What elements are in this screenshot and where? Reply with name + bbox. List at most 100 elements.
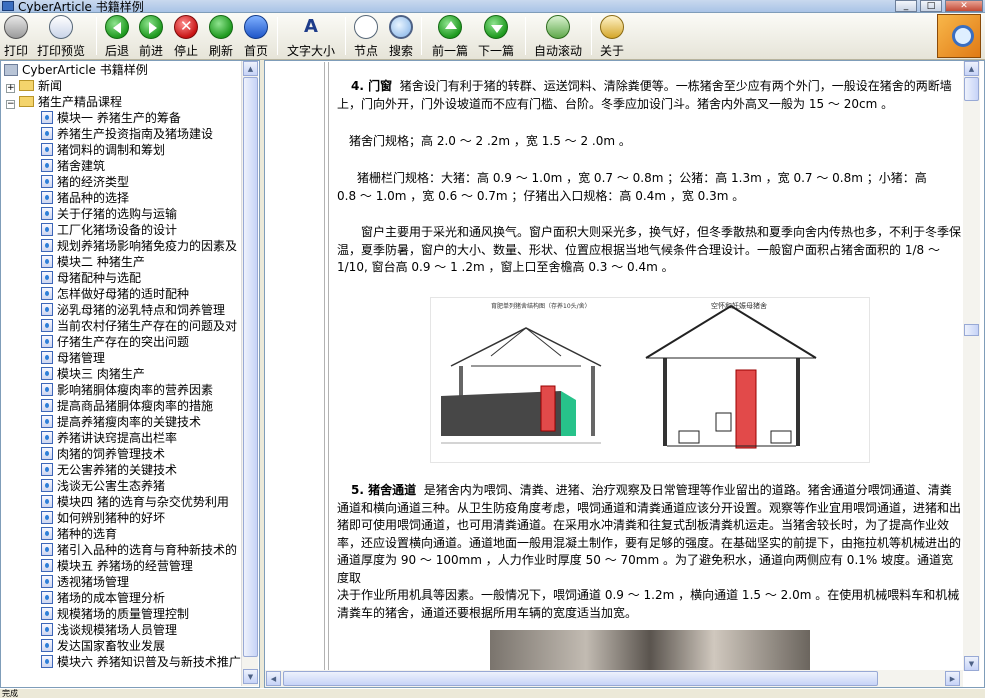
tree-item[interactable]: 猪的经济类型 bbox=[41, 174, 129, 190]
forward-button[interactable]: 前进 bbox=[137, 15, 165, 58]
tree-item[interactable]: 母猪配种与选配 bbox=[41, 270, 141, 286]
paragraph-windows: 窗户主要用于采光和通风换气。窗户面积大则采光多，换气好，但冬季散热和夏季向舍内传… bbox=[337, 225, 962, 274]
page-icon bbox=[41, 175, 53, 188]
page-icon bbox=[41, 159, 53, 172]
scroll-down-icon[interactable]: ▼ bbox=[243, 669, 258, 684]
tree-item[interactable]: 猪种的选育 bbox=[41, 526, 117, 542]
divider-wall bbox=[540, 385, 556, 432]
scroll-left-icon[interactable]: ◀ bbox=[266, 671, 281, 686]
tree-scrollbar[interactable]: ▲ ▼ bbox=[241, 61, 258, 686]
page-icon bbox=[41, 655, 53, 668]
back-button[interactable]: 后退 bbox=[103, 15, 131, 58]
tree-item[interactable]: 母猪管理 bbox=[41, 350, 105, 366]
nodes-button[interactable]: 节点 bbox=[352, 15, 380, 58]
tree-item[interactable]: 模块五 养猪场的经营管理 bbox=[41, 558, 193, 574]
tree-item[interactable]: 模块一 养猪生产的筹备 bbox=[41, 110, 181, 126]
about-button[interactable]: 关于 bbox=[598, 15, 626, 58]
search-button[interactable]: 搜索 bbox=[387, 15, 415, 58]
document-scroll-thumb[interactable] bbox=[964, 77, 979, 101]
app-logo bbox=[937, 14, 981, 58]
home-icon bbox=[244, 15, 268, 39]
tree-item[interactable]: 怎样做好母猪的适时配种 bbox=[41, 286, 189, 302]
tree-item[interactable]: 养猪生产投资指南及猪场建设 bbox=[41, 126, 213, 142]
refresh-button[interactable]: 刷新 bbox=[207, 15, 235, 58]
tree-item[interactable]: 泌乳母猪的泌乳特点和饲养管理 bbox=[41, 302, 225, 318]
tree-folder-news[interactable]: + 新闻 bbox=[6, 78, 62, 94]
tree-item[interactable]: 当前农村仔猪生产存在的问题及对 bbox=[41, 318, 237, 334]
tree-item[interactable]: 猪舍建筑 bbox=[41, 158, 105, 174]
refresh-icon bbox=[209, 15, 233, 39]
folder-icon bbox=[19, 80, 34, 91]
next-article-button[interactable]: 下一篇 bbox=[476, 15, 516, 58]
tree-item[interactable]: 模块三 肉猪生产 bbox=[41, 366, 145, 382]
print-preview-button[interactable]: 打印预览 bbox=[34, 15, 88, 58]
down-arrow-icon bbox=[484, 15, 508, 39]
tree-root[interactable]: CyberArticle 书籍样例 bbox=[4, 62, 148, 78]
barn-photo bbox=[490, 630, 810, 670]
page-icon bbox=[41, 431, 53, 444]
page-icon bbox=[41, 575, 53, 588]
tree-item[interactable]: 规模猪场的质量管理控制 bbox=[41, 606, 189, 622]
document-hscroll-thumb[interactable] bbox=[283, 671, 878, 686]
auto-scroll-icon bbox=[546, 15, 570, 39]
page-icon bbox=[41, 239, 53, 252]
paragraph-door-size: 猪舍门规格；高 2.0 ～ 2 .2m ，宽 1.5 ～ 2 .0m 。 bbox=[349, 134, 631, 148]
tree-item[interactable]: 发达国家畜牧业发展 bbox=[41, 638, 165, 654]
paragraph-gate-size: 猪栅栏门规格：大猪：高 0.9 ～ 1.0m ，宽 0.7 ～ 0.8m ；公猪… bbox=[337, 171, 927, 203]
tree-item[interactable]: 工厂化猪场设备的设计 bbox=[41, 222, 177, 238]
page-icon bbox=[41, 527, 53, 540]
page-icon bbox=[41, 319, 53, 332]
page-icon bbox=[41, 255, 53, 268]
document-vertical-scrollbar[interactable]: ▲ ▼ bbox=[963, 61, 980, 671]
tree-item[interactable]: 仔猪生产存在的突出问题 bbox=[41, 334, 189, 350]
page-icon bbox=[41, 303, 53, 316]
tree-item[interactable]: 猪饲料的调制和筹划 bbox=[41, 142, 165, 158]
page-icon bbox=[41, 543, 53, 556]
tree-item[interactable]: 透视猪场管理 bbox=[41, 574, 129, 590]
page-icon bbox=[41, 463, 53, 476]
tree-item[interactable]: 猪引入品种的选育与育种新技术的 bbox=[41, 542, 237, 558]
tree-item[interactable]: 影响猪胴体瘦肉率的营养因素 bbox=[41, 382, 213, 398]
page-icon bbox=[41, 271, 53, 284]
document-horizontal-scrollbar[interactable]: ◀ ▶ bbox=[265, 670, 963, 687]
page-icon bbox=[41, 367, 53, 380]
expand-icon[interactable]: + bbox=[6, 84, 15, 93]
scroll-right-icon[interactable]: ▶ bbox=[945, 671, 960, 686]
stop-button[interactable]: 停止 bbox=[172, 15, 200, 58]
figure-right-title: 空怀和妊娠母猪舍 bbox=[711, 301, 767, 310]
tree-item[interactable]: 如何辨别猪种的好坏 bbox=[41, 510, 165, 526]
scroll-up-icon[interactable]: ▲ bbox=[243, 61, 258, 76]
page-icon bbox=[41, 223, 53, 236]
page-icon bbox=[41, 511, 53, 524]
tree-item[interactable]: 无公害养猪的关键技术 bbox=[41, 462, 177, 478]
tree-item[interactable]: 关于仔猪的选购与运输 bbox=[41, 206, 177, 222]
close-button[interactable]: ✕ bbox=[945, 0, 983, 12]
tree-item[interactable]: 模块四 猪的选育与杂交优势利用 bbox=[41, 494, 229, 510]
tree-item[interactable]: 浅谈无公害生态养猪 bbox=[41, 478, 165, 494]
collapse-icon[interactable]: − bbox=[6, 100, 15, 109]
tree-scroll-thumb[interactable] bbox=[243, 77, 258, 657]
scroll-up-icon[interactable]: ▲ bbox=[964, 61, 979, 76]
tree-item[interactable]: 规划养猪场影响猪免疫力的因素及 bbox=[41, 238, 237, 254]
page-icon bbox=[41, 479, 53, 492]
scroll-down-icon[interactable]: ▼ bbox=[964, 656, 979, 671]
tree-item[interactable]: 猪品种的选择 bbox=[41, 190, 129, 206]
tree-item[interactable]: 模块二 种猪生产 bbox=[41, 254, 145, 270]
tree-item[interactable]: 猪场的成本管理分析 bbox=[41, 590, 165, 606]
font-size-button[interactable]: A 文字大小 bbox=[285, 15, 337, 58]
tree-item[interactable]: 养猪讲诀窍提高出栏率 bbox=[41, 430, 177, 446]
home-button[interactable]: 首页 bbox=[242, 15, 270, 58]
right-roof bbox=[645, 304, 817, 359]
tree-folder-course[interactable]: − 猪生产精品课程 bbox=[6, 94, 122, 110]
minimize-button[interactable]: _ bbox=[895, 0, 917, 12]
tree-item[interactable]: 浅谈规模猪场人员管理 bbox=[41, 622, 177, 638]
tree-item[interactable]: 肉猪的饲养管理技术 bbox=[41, 446, 165, 462]
tree-item[interactable]: 提高养猪瘦肉率的关键技术 bbox=[41, 414, 201, 430]
tree-item[interactable]: 模块六 养猪知识普及与新技术推广 bbox=[41, 654, 241, 670]
page-icon bbox=[41, 447, 53, 460]
prev-article-button[interactable]: 前一篇 bbox=[430, 15, 470, 58]
print-button[interactable]: 打印 bbox=[2, 15, 30, 58]
maximize-button[interactable]: □ bbox=[920, 0, 942, 12]
tree-item[interactable]: 提高商品猪胴体瘦肉率的措施 bbox=[41, 398, 213, 414]
auto-scroll-button[interactable]: 自动滚动 bbox=[532, 15, 584, 58]
